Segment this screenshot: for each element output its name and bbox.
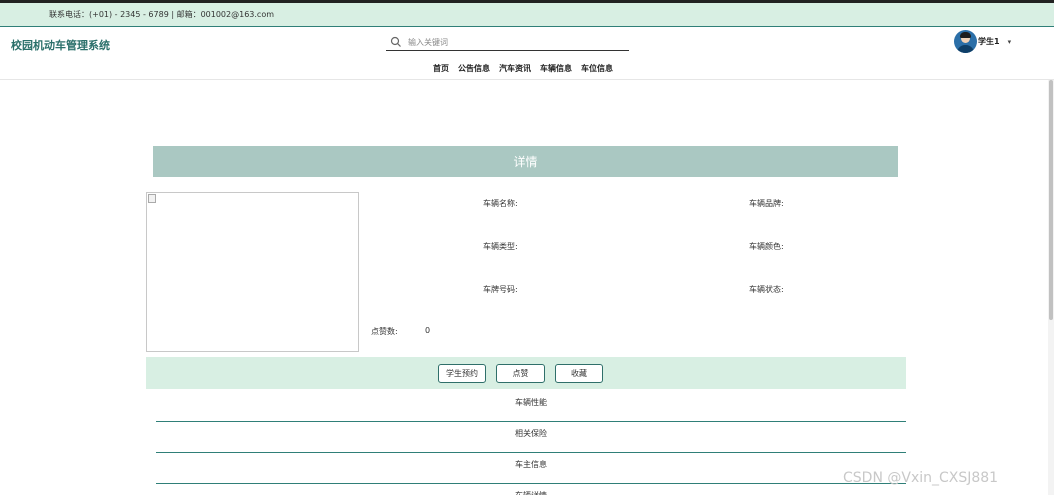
nav-vehicles[interactable]: 车辆信息 [540, 63, 572, 74]
vehicle-brand-field: 车辆品牌: [749, 198, 784, 209]
nav-car-news[interactable]: 汽车资讯 [499, 63, 531, 74]
tab-label: 车主信息 [515, 460, 547, 469]
search-input[interactable] [408, 36, 623, 49]
action-bar: 学生预约 点赞 收藏 [146, 357, 906, 389]
tab-vehicle-details[interactable]: 车辆详情 [156, 484, 906, 495]
nav-announcements[interactable]: 公告信息 [458, 63, 490, 74]
tab-label: 车辆性能 [515, 398, 547, 407]
site-header: 校园机动车管理系统 学生1 ▾ 首页 公告信息 汽车资讯 车辆信息 车位信息 [0, 27, 1054, 80]
like-button[interactable]: 点赞 [496, 364, 545, 383]
site-title[interactable]: 校园机动车管理系统 [11, 37, 110, 53]
avatar[interactable] [954, 30, 977, 53]
tab-insurance[interactable]: 相关保险 [156, 422, 906, 453]
broken-image-icon [148, 194, 156, 203]
search-icon[interactable] [390, 36, 402, 48]
tab-label: 车辆详情 [156, 484, 906, 495]
tab-label: 相关保险 [515, 429, 547, 438]
vehicle-status-field: 车辆状态: [749, 284, 784, 295]
search-box [386, 34, 629, 51]
contact-bar: 联系电话：(+01) - 2345 - 6789 | 邮箱：001002@163… [0, 0, 1054, 27]
vehicle-color-field: 车辆颜色: [749, 241, 784, 252]
vehicle-brand-label: 车辆品牌: [749, 199, 784, 208]
likes-field: 点赞数: [371, 326, 398, 337]
vehicle-status-label: 车辆状态: [749, 285, 784, 294]
vehicle-type-field: 车辆类型: [483, 241, 518, 252]
page-title: 详情 [513, 155, 538, 169]
vehicle-type-label: 车辆类型: [483, 242, 518, 251]
nav-home[interactable]: 首页 [433, 63, 449, 74]
user-menu[interactable]: 学生1 ▾ [954, 30, 1011, 53]
vehicle-color-label: 车辆颜色: [749, 242, 784, 251]
vehicle-name-label: 车辆名称: [483, 199, 518, 208]
likes-label: 点赞数: [371, 327, 398, 336]
watermark: CSDN @Vxin_CXSJ881 [843, 470, 999, 486]
page-scrollbar[interactable] [1048, 80, 1054, 495]
detail-banner: 详情 [153, 146, 898, 177]
scrollbar-thumb[interactable] [1049, 80, 1053, 320]
tab-owner-info[interactable]: 车主信息 [156, 453, 906, 484]
nav-parking[interactable]: 车位信息 [581, 63, 613, 74]
contact-info: 联系电话：(+01) - 2345 - 6789 | 邮箱：001002@163… [49, 10, 275, 19]
main-nav: 首页 公告信息 汽车资讯 车辆信息 车位信息 [433, 63, 613, 74]
chevron-down-icon[interactable]: ▾ [1008, 38, 1012, 46]
vehicle-image [146, 192, 359, 352]
plate-number-field: 车牌号码: [483, 284, 518, 295]
likes-count: 0 [425, 326, 431, 335]
reserve-button[interactable]: 学生预约 [438, 364, 486, 383]
tab-vehicle-performance[interactable]: 车辆性能 [156, 391, 906, 422]
user-name[interactable]: 学生1 [978, 36, 1000, 47]
favorite-button[interactable]: 收藏 [555, 364, 603, 383]
vehicle-name-field: 车辆名称: [483, 198, 518, 209]
plate-number-label: 车牌号码: [483, 285, 518, 294]
